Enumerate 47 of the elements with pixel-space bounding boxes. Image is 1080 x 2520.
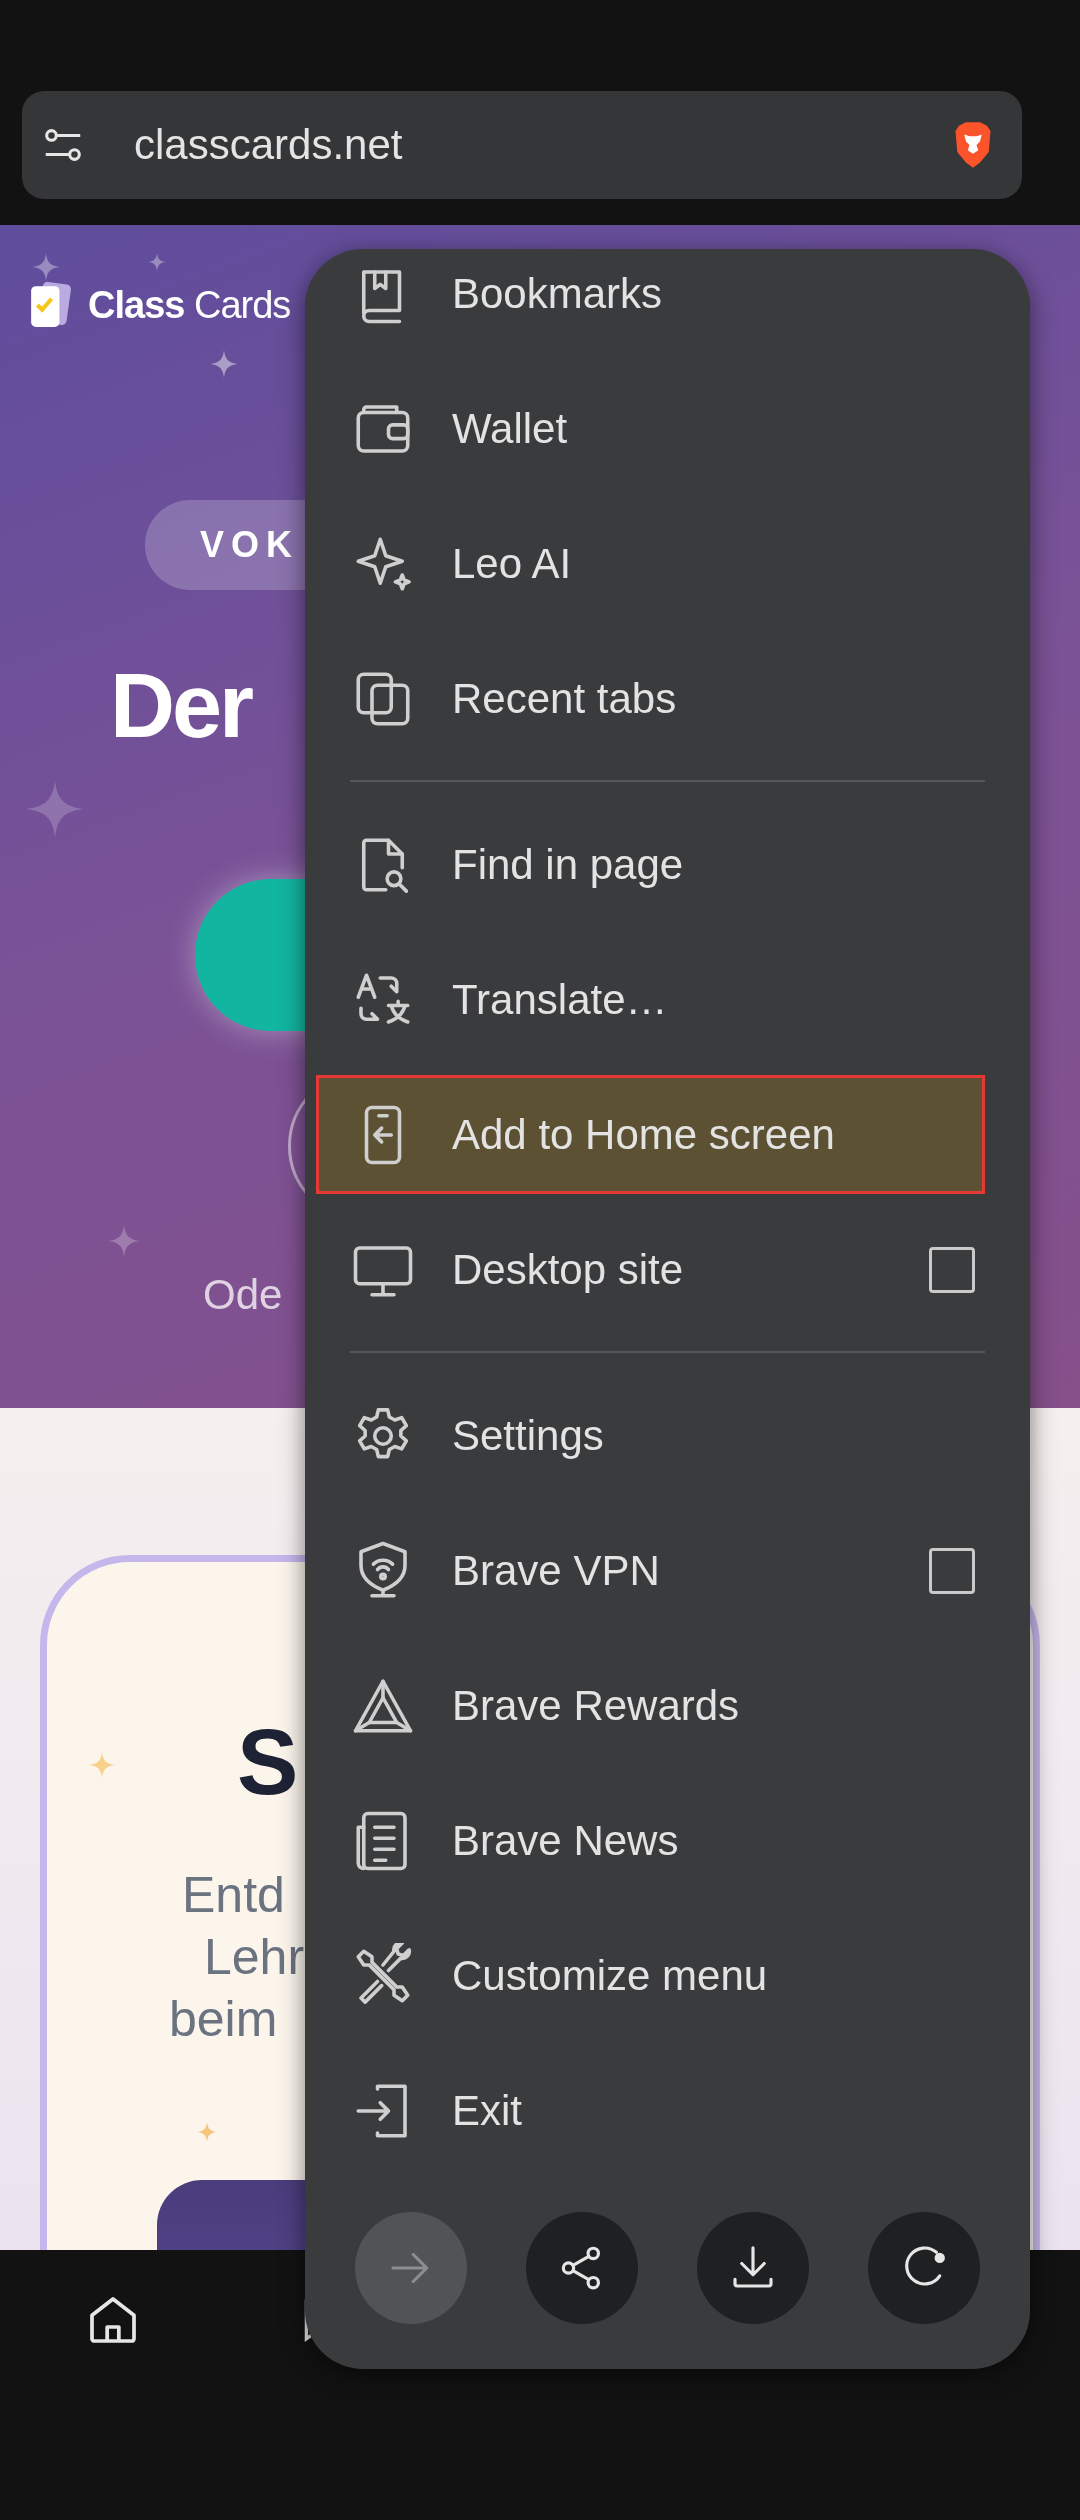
menu-item-label: Bookmarks xyxy=(452,269,664,318)
menu-item[interactable]: Recent tabs xyxy=(316,639,985,758)
menu-item[interactable]: Exit xyxy=(316,2051,985,2170)
cards-logo-icon[interactable] xyxy=(28,281,72,329)
menu-item[interactable]: Translate… xyxy=(316,940,985,1059)
sparkle-icon xyxy=(108,1225,140,1257)
card-text: Lehr xyxy=(204,1928,305,1987)
address-bar[interactable]: classcards.net xyxy=(22,91,1022,199)
hero-note: Ode xyxy=(203,1271,283,1319)
menu-item[interactable]: Find in page xyxy=(316,805,985,924)
sparkle-icon xyxy=(89,1752,115,1778)
menu-item-label: Exit xyxy=(452,2086,523,2135)
menu-item-label: Customize menu xyxy=(452,1951,769,2000)
menu-item-label: Recent tabs xyxy=(452,674,678,723)
menu-item-label: Brave News xyxy=(452,1816,680,1865)
menu-item-label: Brave Rewards xyxy=(452,1681,741,1730)
card-text: beim xyxy=(169,1990,278,2049)
menu-item-label: Translate… xyxy=(452,975,669,1024)
menu-item-label: Brave VPN xyxy=(452,1546,661,1595)
sparkle-icon xyxy=(197,2122,217,2142)
checkbox[interactable] xyxy=(929,1246,975,1293)
menu-item-label: Leo AI xyxy=(452,539,573,588)
sparkle-icon xyxy=(32,253,60,281)
menu-item[interactable]: Desktop site xyxy=(316,1210,985,1329)
menu-item[interactable]: Brave VPN xyxy=(316,1511,985,1630)
menu-item[interactable]: Customize menu xyxy=(316,1916,985,2035)
url-text[interactable]: classcards.net xyxy=(134,121,952,169)
menu-item[interactable]: Add to Home screen xyxy=(316,1075,985,1194)
menu-item-label: Desktop site xyxy=(452,1245,685,1294)
sparkle-icon xyxy=(148,253,166,271)
menu-item[interactable]: Brave Rewards xyxy=(316,1646,985,1765)
menu-item[interactable]: Settings xyxy=(316,1376,985,1495)
card-text: Entd xyxy=(182,1866,285,1925)
menu-item-label: Settings xyxy=(452,1411,605,1460)
menu-item-label: Wallet xyxy=(452,404,569,453)
checkbox[interactable] xyxy=(929,1547,975,1594)
menu-item[interactable]: Bookmarks xyxy=(316,249,985,353)
logo-text[interactable]: Class Cards xyxy=(88,283,291,327)
card-title: S xyxy=(237,1712,299,1812)
menu-item-label: Find in page xyxy=(452,840,685,889)
menu-item[interactable]: Brave News xyxy=(316,1781,985,1900)
menu-item[interactable]: Wallet xyxy=(316,369,985,488)
menu-item[interactable]: Leo AI xyxy=(316,504,985,623)
menu-item-label: Add to Home screen xyxy=(452,1110,836,1159)
sparkle-icon xyxy=(26,780,84,838)
sparkle-icon xyxy=(210,350,238,378)
headline: Der xyxy=(110,656,252,756)
